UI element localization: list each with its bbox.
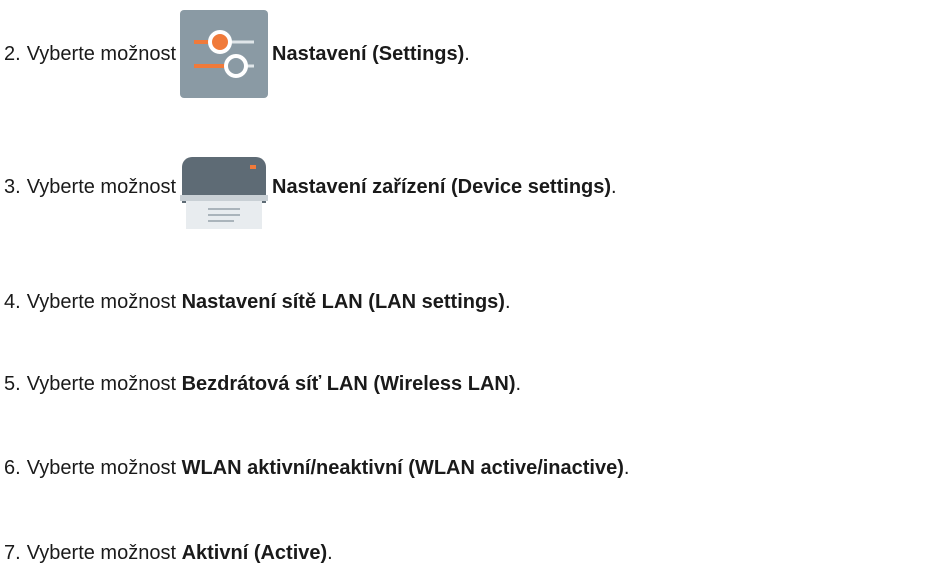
step-number: 3. bbox=[4, 176, 21, 198]
step-number: 4. bbox=[4, 291, 21, 313]
step-prefix: Vyberte možnost bbox=[26, 457, 177, 479]
step-7: 7. Vyberte možnost Aktivní (Active). bbox=[4, 541, 333, 565]
step-prefix: Vyberte možnost bbox=[26, 373, 177, 395]
step-4: 4. Vyberte možnost Nastavení sítě LAN (L… bbox=[4, 290, 511, 314]
step-prefix: Vyberte možnost bbox=[26, 542, 177, 564]
step-prefix: Vyberte možnost bbox=[26, 43, 177, 65]
step-prefix: Vyberte možnost bbox=[26, 291, 177, 313]
step-2: 2. Vyberte možnost Nastavení (Settings). bbox=[4, 8, 470, 100]
step-number: 7. bbox=[4, 542, 21, 564]
step-6: 6. Vyberte možnost WLAN aktivní/neaktivn… bbox=[4, 456, 629, 480]
step-3: 3. Vyberte možnost Nastavení zařízení (D… bbox=[4, 141, 617, 233]
step-prefix: Vyberte možnost bbox=[26, 176, 177, 198]
step-suffix: . bbox=[611, 176, 617, 198]
step-suffix: . bbox=[623, 457, 630, 479]
step-number: 6. bbox=[4, 457, 21, 479]
step-option: Nastavení sítě LAN (LAN settings) bbox=[181, 291, 505, 313]
step-suffix: . bbox=[327, 542, 333, 564]
step-suffix: . bbox=[464, 43, 470, 65]
step-option: Nastavení zařízení (Device settings) bbox=[272, 176, 612, 198]
step-suffix: . bbox=[504, 291, 511, 313]
settings-sliders-icon bbox=[180, 10, 269, 98]
step-5: 5. Vyberte možnost Bezdrátová síť LAN (W… bbox=[4, 372, 521, 396]
step-suffix: . bbox=[515, 373, 522, 395]
printer-icon bbox=[180, 143, 269, 231]
step-option: Aktivní (Active) bbox=[181, 542, 328, 564]
step-number: 5. bbox=[4, 373, 21, 395]
step-number: 2. bbox=[4, 43, 21, 65]
step-option: WLAN aktivní/neaktivní (WLAN active/inac… bbox=[181, 457, 624, 479]
step-option: Bezdrátová síť LAN (Wireless LAN) bbox=[181, 373, 516, 395]
step-option: Nastavení (Settings) bbox=[272, 43, 465, 65]
